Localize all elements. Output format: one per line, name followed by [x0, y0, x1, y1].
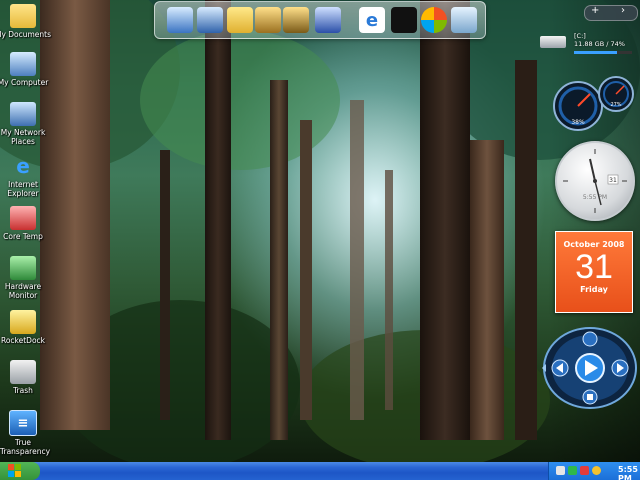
cpu-percent: 38% [571, 119, 585, 126]
internet-explorer-icon[interactable]: e [359, 7, 385, 33]
start-button[interactable] [0, 462, 40, 480]
rocketdock-icon [10, 310, 36, 334]
clock-digital-time: 5:55 PM [583, 194, 607, 201]
add-gadget-button[interactable]: + [591, 5, 599, 16]
tshirt-icon[interactable] [391, 7, 417, 33]
recycle-bin-icon[interactable] [451, 7, 477, 33]
trash-icon [10, 360, 36, 384]
volume-button[interactable] [582, 331, 598, 347]
my-documents-icon [10, 4, 36, 28]
calendar-day: 31 [575, 248, 613, 286]
my-computer-icon[interactable] [167, 7, 193, 33]
desktop-icon-true-transparency[interactable]: ≡ True Transparency [0, 410, 58, 456]
speaker-icon[interactable] [556, 466, 565, 475]
hard-drive-icon [540, 36, 566, 48]
stop-icon [587, 394, 593, 400]
desktop-icon-my-computer[interactable]: My Computer [0, 52, 58, 87]
clock-gadget[interactable]: 31 5:55 PM [555, 141, 635, 221]
sidebar-header: + › [584, 5, 638, 21]
network-places-icon [10, 102, 36, 126]
calendar-gadget[interactable]: October 2008 31 Friday [555, 231, 633, 313]
rocketdock-bar: e [154, 1, 486, 39]
minute-hand [594, 180, 602, 206]
messenger-icon[interactable] [592, 466, 601, 475]
my-computer-icon [10, 52, 36, 76]
desktop-icon-hardware-monitor[interactable]: Hardware Monitor [0, 256, 58, 300]
network-icon[interactable] [197, 7, 223, 33]
taskbar-clock[interactable]: 5:55 PM [618, 465, 640, 483]
drive-usage-fill [574, 51, 617, 54]
drive-meter-gadget[interactable]: [C:] 11.88 GB / 74% [538, 32, 638, 58]
next-gadget-button[interactable]: › [621, 5, 625, 16]
internet-explorer-icon: e [16, 154, 30, 178]
desktop-icon-trash[interactable]: Trash [0, 360, 58, 395]
svg-text:31: 31 [609, 177, 617, 184]
taskbar: 5:55 PM [0, 462, 640, 483]
memory-percent: 27% [610, 102, 621, 108]
drive-label: [C:] [574, 32, 586, 40]
network-status-icon[interactable] [568, 466, 577, 475]
calendar-weekday: Friday [580, 285, 608, 294]
video-folder-icon[interactable] [255, 7, 281, 33]
core-temp-icon [10, 206, 36, 230]
cpu-meter-gadget[interactable]: 38% 27% [552, 74, 638, 136]
true-transparency-icon: ≡ [9, 410, 37, 436]
drive-usage-bar [574, 51, 632, 54]
hardware-monitor-icon [10, 256, 36, 280]
windows-logo-icon [8, 464, 21, 477]
desktop-icon-internet-explorer[interactable]: e Internet Explorer [0, 154, 58, 198]
desktop-icon-core-temp[interactable]: Core Temp [0, 206, 58, 241]
windows-flag-icon[interactable] [421, 7, 447, 33]
security-alert-icon[interactable] [580, 466, 589, 475]
drive-usage: 11.88 GB / 74% [574, 40, 625, 48]
winamp-icon[interactable] [315, 7, 341, 33]
hour-hand [589, 158, 596, 182]
desktop-icon-my-documents[interactable]: My Documents [0, 4, 58, 39]
media-player-gadget[interactable] [538, 326, 638, 410]
desktop-icon-my-network-places[interactable]: My Network Places [0, 102, 58, 146]
desktop-icon-rocketdock[interactable]: RocketDock [0, 310, 58, 345]
music-folder-icon[interactable] [283, 7, 309, 33]
folder-icon[interactable] [227, 7, 253, 33]
